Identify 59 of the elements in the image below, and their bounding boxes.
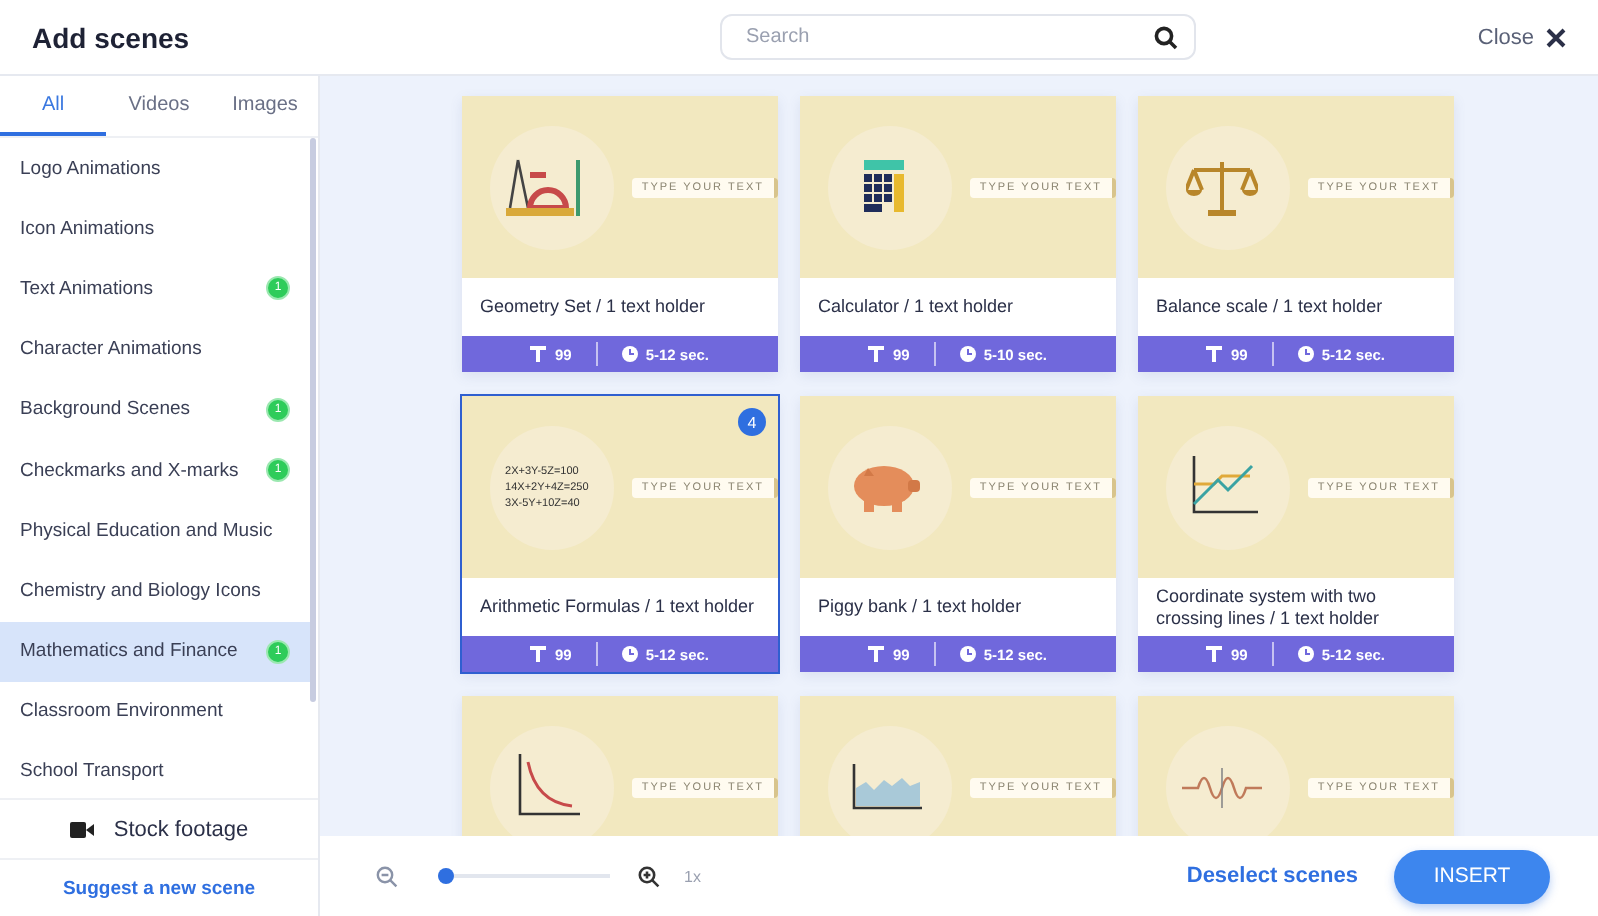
category-label: Mathematics and Finance [20,640,238,663]
balance-scale-drawing [1186,157,1259,217]
insert-button[interactable]: INSERT [1394,849,1550,903]
category-label: School Transport [20,760,164,783]
category-label: Logo Animations [20,157,161,180]
category-item[interactable]: Character Animations [0,319,310,380]
dialog-title: Add scenes [32,21,192,53]
category-label: Background Scenes [20,398,191,421]
category-item[interactable]: Classroom Environment [0,681,310,742]
suggest-scene-link[interactable]: Suggest a new scene [0,858,318,916]
category-tab[interactable]: Videos [106,76,212,136]
scene-title: Balance scale / 1 text holder [1154,294,1385,320]
clock-icon [1297,646,1314,662]
slider-thumb[interactable] [438,868,454,884]
stock-footage-button[interactable]: Stock footage [0,798,318,858]
text-icon [868,646,885,662]
text-icon [1206,646,1223,662]
category-label: Character Animations [20,338,202,361]
category-item[interactable]: Physical Education and Music [0,500,310,561]
video-camera-icon [69,821,94,837]
deselect-scenes-link[interactable]: Deselect scenes [1186,864,1358,888]
scene-title: Calculator / 1 text holder [816,294,1016,320]
zoom-out-icon[interactable] [376,865,398,887]
zoom-slider[interactable] [438,868,610,884]
category-label: Icon Animations [20,217,155,240]
close-icon [1546,27,1566,47]
scene-title: Coordinate system with two crossing lines / 1 text holder [1154,583,1382,632]
wave-drawing [1182,765,1263,809]
clock-icon [1297,346,1314,362]
category-label: Chemistry and Biology Icons [20,579,261,602]
text-icon [868,346,885,362]
clock-icon [959,646,976,662]
category-label: Checkmarks and X-marks [20,459,239,482]
clock-icon [959,346,976,362]
category-item[interactable]: Chemistry and Biology Icons [0,560,310,621]
text-icon [530,646,547,662]
category-label: Physical Education and Music [20,519,273,542]
clock-icon [621,646,638,662]
category-tab[interactable]: Images [212,76,318,136]
category-tab[interactable]: All [0,76,106,136]
category-label: Classroom Environment [20,700,223,723]
category-item[interactable]: School Transport [0,741,310,798]
category-item[interactable]: Logo Animations [0,138,310,199]
text-icon [1206,346,1223,362]
zoom-reading: 1x [684,867,701,885]
close-button[interactable]: Close [1469,25,1566,49]
search-field[interactable]: Search [720,14,1196,60]
piggy-bank-drawing [848,461,921,513]
selection-number-badge: 4 [738,408,766,436]
category-label: Text Animations [20,277,154,300]
calculator-drawing [864,159,905,215]
scene-title: Piggy bank / 1 text holder [816,594,1024,620]
clock-icon [621,346,638,362]
scene-title: Arithmetic Formulas / 1 text holder [478,594,757,620]
scene-title: Geometry Set / 1 text holder [478,294,708,320]
search-icon[interactable] [1154,25,1178,49]
zoom-in-icon[interactable] [638,865,660,887]
text-icon [530,346,547,362]
category-item[interactable]: Icon Animations [0,198,310,259]
